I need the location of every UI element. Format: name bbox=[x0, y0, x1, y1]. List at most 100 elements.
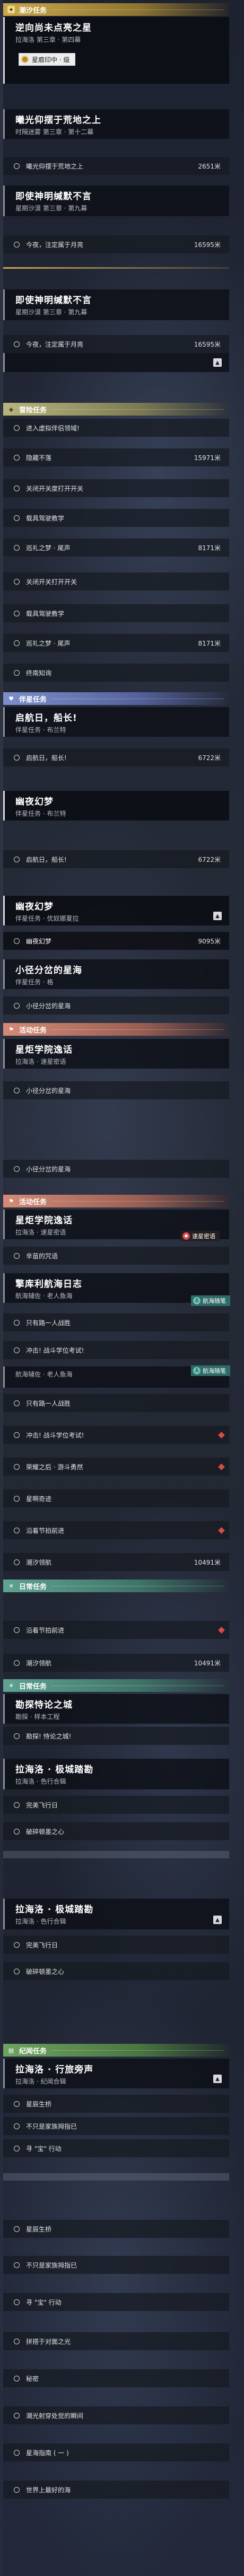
task-row[interactable]: 拼搭于对面之光 bbox=[3, 2332, 229, 2350]
quest-card-c1[interactable]: 启航日，船长! 伴星任务 · 布兰特 bbox=[3, 707, 229, 737]
task-row[interactable]: 载具驾驶教学 bbox=[3, 509, 229, 527]
quest-subtitle: 拉海洛 · 色行合辑 bbox=[15, 1778, 66, 1785]
quest-card-c4[interactable]: 小径分岔的星海 伴星任务 · 格 bbox=[3, 959, 229, 989]
ship-icon: ⚓ bbox=[193, 1297, 201, 1304]
task-row[interactable]: 荣耀之后 · 游斗勇然 bbox=[3, 1458, 229, 1476]
event-quest-header-2[interactable]: ⚑ 活动任务 bbox=[3, 1195, 229, 1207]
task-distance: 9095米 bbox=[198, 937, 221, 945]
task-row[interactable]: 曦光仰摆于荒地之上 2651米 bbox=[3, 157, 229, 175]
task-label: 潮汐领航 bbox=[26, 1659, 52, 1667]
quest-card-m1[interactable]: 拉海洛 · 行旅旁声 拉海洛 · 纪闻合辑 ▲ bbox=[3, 2059, 229, 2088]
chevron-up-icon[interactable]: ▲ bbox=[213, 1916, 222, 1924]
task-label: 拼搭于对面之光 bbox=[26, 2337, 71, 2345]
task-row[interactable]: 星辰生桥 bbox=[3, 2095, 229, 2113]
task-row[interactable]: 关闭开关打开开关 bbox=[3, 572, 229, 590]
track-level-pill[interactable]: 星痕印中 · 级 bbox=[19, 53, 76, 66]
circle-icon bbox=[14, 515, 20, 521]
quest-card-e1[interactable]: 星炬学院逸话 拉海洛 · 速星密语 bbox=[3, 1039, 229, 1069]
task-row[interactable]: 冲击! 战斗学位考试! bbox=[3, 1426, 229, 1444]
quest-card-d1[interactable]: 勘探恃论之城 勘探 · 样本工程 bbox=[3, 1694, 229, 1724]
adventure-quest-header[interactable]: ◈ 冒险任务 bbox=[3, 403, 229, 416]
event-quest-header[interactable]: ⚑ 活动任务 bbox=[3, 1023, 229, 1036]
task-row[interactable]: 只有路一人战胜 bbox=[3, 1394, 229, 1412]
daily-quest-header-2[interactable]: ☀ 日常任务 bbox=[3, 1679, 229, 1692]
task-row[interactable]: 完美飞行日 bbox=[3, 1796, 229, 1814]
quest-subtitle: 拉海洛 · 色行合辑 bbox=[15, 1918, 66, 1925]
location-tag[interactable]: ⚓ 航海随笔 bbox=[191, 1365, 230, 1376]
task-row[interactable]: 巡礼之梦 · 尾声 8171米 bbox=[3, 539, 229, 557]
task-row[interactable]: 勘探! 恃论之城! bbox=[3, 1727, 229, 1745]
task-row[interactable]: 潮光射穿处觉的瞬间 bbox=[3, 2406, 229, 2424]
circle-icon bbox=[14, 2123, 20, 2129]
task-row[interactable]: 星啊奇迹 bbox=[3, 1489, 229, 1507]
quest-card-c2[interactable]: 幽夜幻梦 伴星任务 · 布兰特 bbox=[3, 791, 229, 821]
daily-quest-header[interactable]: ☀ 日常任务 bbox=[3, 1580, 229, 1592]
circle-icon bbox=[14, 1828, 20, 1834]
task-row[interactable]: 幽夜幻梦 9095米 bbox=[3, 932, 229, 950]
circle-icon bbox=[14, 1319, 20, 1326]
circle-icon bbox=[14, 1166, 20, 1172]
task-row[interactable]: 潮汐领航 10491米 bbox=[3, 1553, 229, 1571]
quest-card-d3[interactable]: 拉海洛 · 极城踏勘 拉海洛 · 色行合辑 ▲ bbox=[3, 1899, 229, 1929]
task-row[interactable]: 世界上最好的海 bbox=[3, 2481, 229, 2499]
circle-icon bbox=[14, 1527, 20, 1533]
memory-quest-header[interactable]: ▤ 纪闻任务 bbox=[3, 2044, 229, 2057]
tag-label: 速星密语 bbox=[192, 1233, 215, 1240]
task-row[interactable]: 破碎顿墨之心 bbox=[3, 1962, 229, 1980]
quest-card-q2[interactable]: 曦光仰摆于荒地之上 时隔迷雾 第三章 · 第十二幕 bbox=[3, 109, 229, 139]
task-row[interactable]: 破碎顿墨之心 bbox=[3, 1822, 229, 1840]
quest-card-q3[interactable]: 即使神明缄默不言 星期沙漠 第三章 · 第九幕 bbox=[3, 186, 229, 216]
task-row[interactable]: 辛苗的咒语 bbox=[3, 1247, 229, 1265]
task-row[interactable]: 今夜，注定属于月亮 16595米 bbox=[3, 235, 229, 253]
task-row[interactable]: 今夜，注定属于月亮 16595米 bbox=[3, 335, 229, 353]
task-row[interactable]: 载具驾驶教学 bbox=[3, 604, 229, 622]
quest-card-q1[interactable]: 逆向尚未点亮之星 拉海洛 第三章 · 第四幕 星痕印中 · 级 bbox=[3, 17, 229, 84]
task-row[interactable]: 潮汐领航 10491米 bbox=[3, 1654, 229, 1672]
task-row[interactable]: 终南知询 bbox=[3, 664, 229, 682]
task-row[interactable]: 小径分岔的星海 bbox=[3, 996, 229, 1014]
task-row[interactable]: 冲击! 战斗学位考试! bbox=[3, 1341, 229, 1359]
task-row[interactable]: 寻 "宝" 行动 bbox=[3, 2293, 229, 2311]
task-row[interactable]: 小径分岔的星海 bbox=[3, 1081, 229, 1099]
tidal-quest-header[interactable]: ✦ 潮汐任务 bbox=[3, 3, 229, 16]
quest-card-q3b[interactable]: 即使神明缄默不言 星期沙漠 第三章 · 第九幕 bbox=[3, 289, 229, 320]
task-row[interactable]: 沿着节拍前进 bbox=[3, 1521, 229, 1539]
chevron-up-icon[interactable]: ▲ bbox=[213, 358, 222, 367]
flag-icon: ⚑ bbox=[8, 1197, 14, 1205]
chevron-up-icon[interactable]: ▲ bbox=[213, 912, 222, 920]
chevron-up-icon[interactable]: ▲ bbox=[213, 2075, 222, 2083]
task-row[interactable]: 小径分岔的星海 bbox=[3, 1160, 229, 1178]
task-row[interactable]: 不只是家族拇指已 bbox=[3, 2117, 229, 2135]
location-tag[interactable]: ⚓ 航海随笔 bbox=[191, 1295, 230, 1306]
companion-quest-header[interactable]: ♥ 伴星任务 bbox=[3, 692, 229, 705]
task-row[interactable]: 启航日，船长! 6722米 bbox=[3, 748, 229, 766]
task-row[interactable]: 沿着节拍前进 bbox=[3, 1621, 229, 1639]
circle-icon bbox=[14, 1087, 20, 1093]
task-row[interactable]: 关闭开关度打开开关 bbox=[3, 479, 229, 497]
circle-icon bbox=[14, 2101, 20, 2107]
task-row[interactable]: 隐藏不落 15971米 bbox=[3, 448, 229, 466]
task-row[interactable]: 只有路一人战胜 bbox=[3, 1313, 229, 1331]
task-row[interactable]: 巡礼之梦 · 尾声 8171米 bbox=[3, 634, 229, 652]
task-row[interactable]: 星辰生桥 bbox=[3, 2220, 229, 2238]
task-label: 今夜，注定属于月亮 bbox=[26, 340, 84, 348]
quest-card-c3[interactable]: 幽夜幻梦 伴星任务 · 优奴娜夏拉 ▲ bbox=[3, 896, 229, 925]
task-row[interactable]: 进入虚拟伴侣领域! bbox=[3, 419, 229, 437]
task-label: 小径分岔的星海 bbox=[26, 1165, 71, 1173]
task-row[interactable]: 秘密 bbox=[3, 2369, 229, 2387]
task-row[interactable]: 完美飞行日 bbox=[3, 1936, 229, 1954]
task-row[interactable]: 寻 "宝" 行动 bbox=[3, 2139, 229, 2157]
location-tag[interactable]: ◆ 速星密语 bbox=[180, 1231, 220, 1241]
task-row[interactable]: 星海指南 ( 一 ) bbox=[3, 2443, 229, 2462]
task-distance: 15971米 bbox=[194, 454, 221, 462]
quest-card-d2[interactable]: 拉海洛 · 极城踏勘 拉海洛 · 色行合辑 bbox=[3, 1759, 229, 1789]
task-label: 勘探! 恃论之城! bbox=[26, 1732, 72, 1740]
ship-icon: ⚓ bbox=[193, 1367, 201, 1374]
task-row[interactable]: 不只是家族拇指已 bbox=[3, 2256, 229, 2274]
task-label: 星辰生桥 bbox=[26, 2225, 52, 2233]
task-row[interactable]: 启航日，船长! 6722米 bbox=[3, 850, 229, 868]
task-label: 沿着节拍前进 bbox=[26, 1527, 65, 1534]
circle-icon bbox=[14, 856, 20, 862]
task-distance: 8171米 bbox=[198, 639, 221, 647]
section-title: 伴星任务 bbox=[19, 695, 47, 704]
